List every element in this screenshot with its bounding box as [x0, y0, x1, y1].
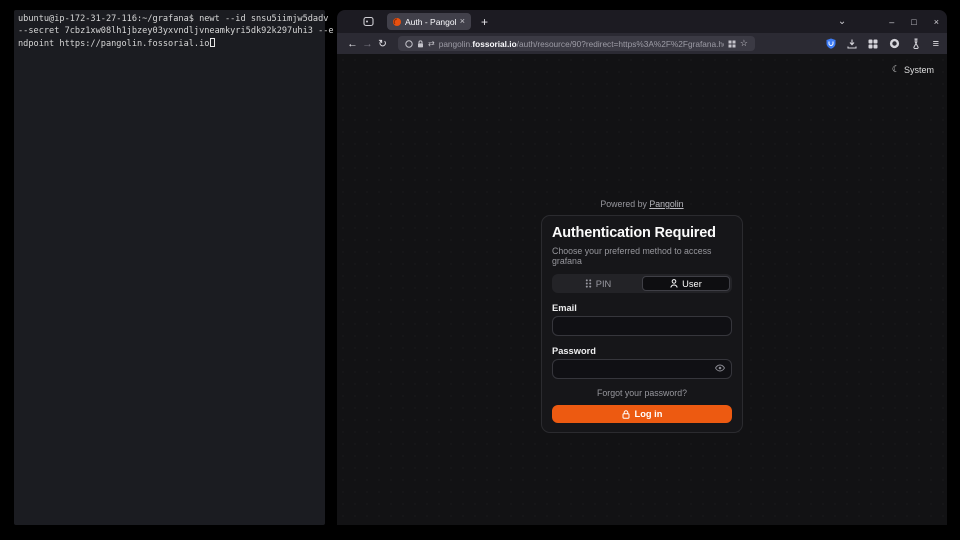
moon-icon: ☾	[892, 64, 900, 75]
card-subtitle: Choose your preferred method to access g…	[552, 246, 732, 266]
tab-bar: Auth - Pangolin × + ⌄ – □ ×	[337, 10, 947, 33]
theme-label: System	[904, 65, 934, 75]
tab-close-icon[interactable]: ×	[460, 17, 465, 26]
terminal-line: --secret 7cbz1xw08lh1jbzey03yxvndljvneam…	[18, 25, 321, 37]
theme-toggle[interactable]: ☾ System	[892, 64, 934, 75]
minimize-button[interactable]: –	[889, 17, 894, 27]
menu-hamburger-icon[interactable]: ≡	[933, 38, 939, 50]
ublock-icon[interactable]	[826, 38, 836, 49]
tab-auth-pangolin[interactable]: Auth - Pangolin ×	[387, 13, 471, 30]
email-field[interactable]	[552, 316, 732, 336]
tab-pin[interactable]: PIN	[554, 276, 642, 291]
navigation-bar: ← → ↻ ⇄ pangolin.fossorial.io/auth/resou…	[337, 33, 947, 54]
auth-card: Authentication Required Choose your pref…	[541, 215, 743, 433]
url-bar[interactable]: ⇄ pangolin.fossorial.io/auth/resource/90…	[398, 36, 755, 51]
pangolin-link[interactable]: Pangolin	[649, 199, 683, 209]
show-password-eye-icon[interactable]	[715, 364, 725, 372]
forward-icon[interactable]: →	[360, 38, 375, 50]
password-label: Password	[552, 346, 732, 356]
tab-title: Auth - Pangolin	[405, 17, 456, 27]
account-ring-icon[interactable]	[889, 38, 900, 49]
password-field[interactable]	[552, 359, 732, 379]
tab-user-label: User	[682, 279, 702, 289]
close-button[interactable]: ×	[934, 17, 939, 27]
terminal-line: ndpoint https://pangolin.fossorial.io	[18, 38, 321, 50]
bookmark-star-icon[interactable]: ☆	[740, 39, 748, 48]
terminal-line: ubuntu@ip-172-31-27-116:~/grafana$ newt …	[18, 13, 321, 25]
tab-pin-label: PIN	[596, 279, 612, 289]
maximize-button[interactable]: □	[911, 17, 916, 27]
url-text: pangolin.fossorial.io/auth/resource/90?r…	[439, 39, 724, 49]
page-content: ☾ System Powered by Pangolin Authenticat…	[337, 54, 947, 525]
back-icon[interactable]: ←	[345, 38, 360, 50]
auth-method-tabs: PIN User	[552, 274, 732, 293]
lock-icon	[622, 410, 630, 419]
downloads-icon[interactable]	[847, 39, 857, 49]
terminal-cursor	[210, 38, 215, 48]
list-tabs-chevron-icon[interactable]: ⌄	[838, 16, 846, 27]
swap-icon[interactable]: ⇄	[428, 40, 435, 48]
page-actions-grid-icon[interactable]	[728, 40, 736, 48]
new-tab-button[interactable]: +	[481, 16, 488, 28]
login-button-label: Log in	[635, 409, 663, 419]
auth-column: Powered by Pangolin Authentication Requi…	[541, 54, 743, 433]
shield-icon[interactable]	[405, 40, 413, 48]
pangolin-favicon	[393, 18, 401, 26]
reload-icon[interactable]: ↻	[375, 38, 390, 50]
user-icon	[670, 279, 678, 288]
card-title: Authentication Required	[552, 225, 732, 241]
keypad-icon	[585, 279, 592, 288]
extensions-icon[interactable]	[868, 39, 878, 49]
terminal-window[interactable]: ubuntu@ip-172-31-27-116:~/grafana$ newt …	[14, 10, 325, 525]
browser-window: Auth - Pangolin × + ⌄ – □ × ← → ↻ ⇄ pang…	[337, 10, 947, 525]
tab-user[interactable]: User	[642, 276, 730, 291]
flask-icon[interactable]	[911, 38, 921, 49]
lock-icon[interactable]	[417, 40, 424, 48]
firefox-view-icon[interactable]	[361, 15, 375, 29]
email-label: Email	[552, 303, 732, 313]
forgot-password-link[interactable]: Forgot your password?	[552, 388, 732, 398]
powered-by: Powered by Pangolin	[541, 199, 743, 209]
login-button[interactable]: Log in	[552, 405, 732, 423]
